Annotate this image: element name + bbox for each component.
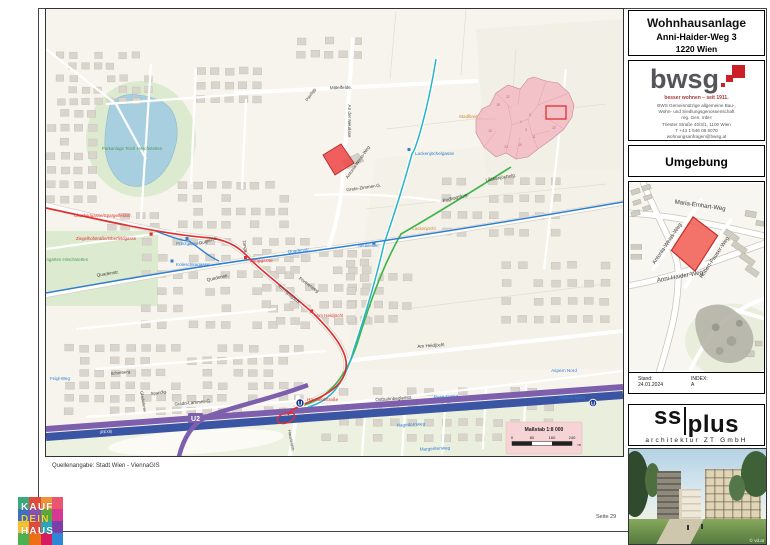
svg-text:240: 240	[569, 435, 576, 440]
main-map-panel: U2 U U Mittelfelde. An der Neurisse Pawl…	[45, 8, 624, 457]
svg-text:Ziegelhofstraße/Oberfeldgasse: Ziegelhofstraße/Oberfeldgasse	[76, 236, 137, 241]
svg-text:22: 22	[552, 126, 556, 130]
stand-index-row: Stand: 24.01.2024 INDEX: A	[629, 373, 764, 393]
kdh-line3: HAUS	[21, 526, 54, 538]
ssplus-left: ss	[654, 403, 682, 431]
index-block: INDEX: A	[691, 376, 708, 388]
umgebung-map-box: Maria-Emhart-Weg Antonia-Weiss-Weg Rober…	[628, 181, 765, 394]
svg-text:21: 21	[506, 95, 510, 99]
svg-text:2: 2	[529, 113, 531, 117]
svg-text:80: 80	[530, 435, 535, 440]
project-title: Wohnhausanlage	[629, 16, 764, 30]
kdh-text: KAUF DEIN HAUS	[21, 502, 54, 538]
u2-badge: U2	[188, 413, 203, 423]
bwsg-contact-info: BWS Gemeinnützige allgemeine Bau-, Wohn-…	[629, 103, 764, 140]
svg-text:Hausfeldstraße: Hausfeldstraße	[307, 397, 339, 402]
station-aspern-nord: U	[589, 399, 597, 407]
svg-text:11: 11	[532, 135, 536, 139]
svg-text:Aspern Nord: Aspern Nord	[551, 368, 577, 373]
page-number: Seite 29	[596, 514, 616, 520]
bwsg-email: wohnungsanfragen@bwsg.at	[629, 134, 764, 140]
ssplus-logo-box: ss plus architektur ZT GmbH	[628, 404, 765, 446]
svg-text:23: 23	[504, 145, 508, 149]
svg-text:Mittelfelde.: Mittelfelde.	[330, 85, 352, 91]
bwsg-squares-icon	[719, 65, 743, 93]
umgebung-heading-box: Umgebung	[628, 145, 765, 177]
svg-text:Prinzgasse: Prinzgasse	[176, 241, 199, 246]
svg-text:3: 3	[525, 128, 527, 132]
svg-text:1: 1	[520, 120, 522, 124]
svg-text:Koleschkagasse: Koleschkagasse	[176, 262, 210, 267]
bwsg-wordmark: bwsg	[650, 65, 719, 93]
project-city: 1220 Wien	[629, 44, 764, 54]
project-street: Anni-Haider-Weg 3	[629, 32, 764, 42]
umgebung-map: Maria-Emhart-Weg Antonia-Weiss-Weg Rober…	[629, 182, 764, 373]
kauf-dein-haus-logo: KAUF DEIN HAUS	[18, 497, 63, 545]
stand-value: 24.01.2024	[638, 382, 663, 388]
svg-text:Am Heidjöchl: Am Heidjöchl	[316, 313, 343, 318]
svg-text:160: 160	[549, 435, 556, 440]
svg-text:Zanggasse: Zanggasse	[250, 258, 273, 263]
render-person	[701, 524, 703, 529]
index-value: A	[691, 382, 708, 388]
render-credit: © vd.at	[750, 538, 764, 543]
svg-text:19: 19	[496, 103, 500, 107]
ssplus-wordmark: ss plus	[654, 408, 739, 434]
map-attribution: Quellenangabe: Stadt Wien - ViennaGIS	[52, 463, 160, 469]
kdh-line1: KAUF	[21, 502, 54, 514]
bwsg-tagline: besser wohnen – seit 1911.	[629, 95, 764, 101]
bwsg-logo-box: bwsg besser wohnen – seit 1911. BWS Geme…	[628, 60, 765, 141]
kdh-line2: DEIN	[21, 514, 54, 526]
station-hausfeldstrasse: U	[296, 399, 304, 408]
svg-text:U: U	[591, 402, 595, 408]
svg-text:Blumengärten Hirschstetten: Blumengärten Hirschstetten	[46, 257, 89, 262]
svg-text:An der Neurisse: An der Neurisse	[347, 105, 352, 138]
project-title-box: Wohnhausanlage Anni-Haider-Weg 3 1220 Wi…	[628, 10, 765, 56]
ssplus-divider-bar	[684, 407, 686, 435]
svg-text:Feigl-Weg: Feigl-Weg	[50, 376, 70, 381]
ssplus-right: plus	[688, 411, 739, 439]
svg-text:Oberfeldgasse/Spargelfeldstr.: Oberfeldgasse/Spargelfeldstr.	[74, 213, 132, 218]
render-building-left	[657, 471, 681, 519]
svg-text:U: U	[298, 402, 302, 408]
svg-text:Aspern Nord: Aspern Nord	[559, 395, 585, 400]
svg-text:Neubreiten: Neubreiten	[358, 243, 379, 248]
stand-block: Stand: 24.01.2024	[638, 376, 663, 388]
tree	[729, 475, 745, 501]
building-render-image: © vd.at	[628, 448, 767, 545]
svg-text:Parkanlage Teich Hirschstetten: Parkanlage Teich Hirschstetten	[102, 146, 163, 151]
svg-text:Lackenjöchelgasse: Lackenjöchelgasse	[415, 151, 455, 156]
svg-text:Lackenjöchl: Lackenjöchl	[412, 226, 435, 231]
umgebung-heading: Umgebung	[629, 155, 764, 169]
svg-text:13: 13	[488, 129, 492, 133]
render-building-mid	[679, 489, 701, 521]
svg-text:10: 10	[518, 143, 522, 147]
scale-bar: Maßstab 1:8 000 0 80 160 240 m	[506, 422, 582, 454]
render-person	[687, 525, 689, 530]
svg-text:U2: U2	[191, 416, 200, 423]
city-map: U2 U U Mittelfelde. An der Neurisse Pawl…	[46, 9, 623, 456]
svg-text:Maßstab 1:8 000: Maßstab 1:8 000	[525, 427, 564, 433]
